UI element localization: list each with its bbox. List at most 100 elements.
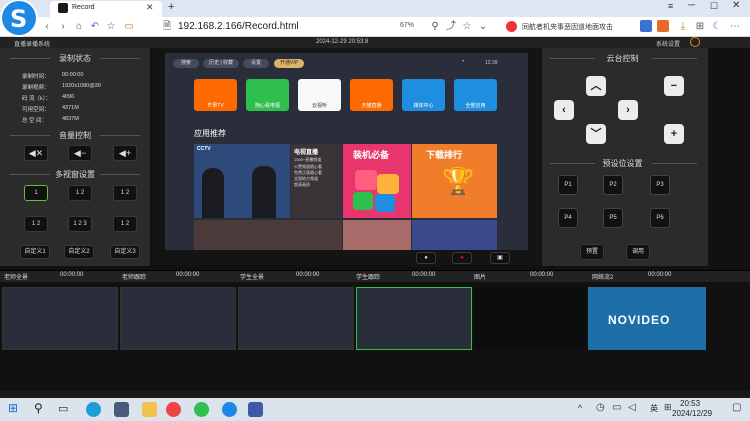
app-tile-all[interactable]: 全部应用 (454, 79, 497, 111)
recall-preset-button[interactable]: 调用 (626, 244, 650, 260)
close-window-icon[interactable]: ✕ (732, 0, 740, 11)
channel-label[interactable]: 图片 (474, 272, 486, 281)
source-thumbnail-2[interactable] (120, 287, 236, 350)
volume-down-button[interactable]: ◀− (68, 145, 92, 161)
forward-icon[interactable]: › (56, 17, 70, 37)
live-tv-card[interactable]: 电视直播 1000+直播频道 公费频道随心看 免费正版随心看 全国地方频道 超清… (291, 144, 342, 218)
clock-date[interactable]: 2024/12/29 (672, 409, 712, 418)
ptz-up-button[interactable]: ︿ (586, 76, 606, 96)
moon-icon[interactable]: ☾ (710, 17, 724, 37)
favorite-icon[interactable]: ☆ (460, 17, 474, 37)
pause-button[interactable]: ● (416, 252, 436, 264)
channel-label[interactable]: 网络流2 (592, 272, 613, 281)
sports-banner[interactable] (412, 220, 497, 250)
tray-chevron-icon[interactable]: ^ (578, 403, 582, 413)
ime-lang[interactable]: 英 (650, 403, 658, 414)
app-tile-cloud[interactable]: 云视听 (298, 79, 341, 111)
drama-banner[interactable] (194, 220, 342, 250)
news-card[interactable]: CCTV (194, 144, 290, 218)
news-ticker[interactable]: 同航者机夹事恶因道地面攻击 (522, 22, 613, 32)
app-icon[interactable] (248, 402, 263, 417)
source-thumbnail-3[interactable] (238, 287, 354, 350)
bookmark-icon[interactable]: ▭ (122, 17, 136, 37)
channel-label[interactable]: 学生跟踪 (356, 272, 380, 281)
share-icon[interactable]: ⤴ (444, 17, 458, 37)
tv-history[interactable]: 历史 | 收藏 (203, 59, 239, 68)
preset-button-p4[interactable]: P4 (558, 208, 578, 228)
chrome-icon[interactable] (166, 402, 181, 417)
new-tab-icon[interactable]: + (168, 1, 174, 13)
snapshot-button[interactable]: ▣ (490, 252, 510, 264)
custom-button-2[interactable]: 自定义2 (64, 245, 94, 259)
tv-search[interactable]: 搜索 (173, 59, 199, 68)
custom-button-1[interactable]: 自定义1 (20, 245, 50, 259)
notification-icon[interactable]: ▢ (732, 402, 741, 413)
tv-vip[interactable]: 开通VIP (274, 59, 304, 68)
layout-button-6[interactable]: 1 2 (113, 216, 137, 232)
source-thumbnail-4[interactable] (356, 287, 472, 350)
record-button[interactable]: ● (452, 252, 472, 264)
source-thumbnail-stream[interactable]: NOVIDEO (588, 287, 706, 350)
layout-button-3[interactable]: 1 2 (113, 185, 137, 201)
maximize-icon[interactable]: ☐ (710, 1, 718, 12)
menu-icon[interactable]: ≡ (668, 1, 673, 11)
preset-button-p3[interactable]: P3 (650, 175, 670, 195)
channel-label[interactable]: 老师跟踪 (122, 272, 146, 281)
folder-icon[interactable] (142, 402, 157, 417)
browser-icon[interactable] (222, 402, 237, 417)
app-tile-media[interactable]: 媒体中心 (402, 79, 445, 111)
essentials-card[interactable]: 装机必备 (343, 144, 411, 218)
tray-icon[interactable]: ◷ (596, 402, 605, 413)
app-tile-tmall[interactable]: 天猫直播 (350, 79, 393, 111)
app-tile-tv[interactable]: 随心看电视 (246, 79, 289, 111)
preset-button-p6[interactable]: P6 (650, 208, 670, 228)
volume-icon[interactable]: ◁ (628, 402, 636, 413)
wechat-icon[interactable] (194, 402, 209, 417)
task-view-icon[interactable]: ▭ (58, 402, 68, 415)
extension-icon[interactable] (640, 20, 652, 32)
channel-label[interactable]: 学生全景 (240, 272, 264, 281)
layout-button-2[interactable]: 1 2 (68, 185, 92, 201)
layout-button-4[interactable]: 1 2 (24, 216, 48, 232)
download-icon[interactable]: ⤓ (676, 17, 690, 37)
preset-button-p1[interactable]: P1 (558, 175, 578, 195)
source-thumbnail-image[interactable] (474, 287, 586, 350)
drama-banner[interactable] (343, 220, 411, 250)
source-thumbnail-1[interactable] (2, 287, 118, 350)
mute-button[interactable]: ◀✕ (24, 145, 48, 161)
more-icon[interactable]: ⋯ (728, 17, 742, 37)
ptz-right-button[interactable]: › (618, 100, 638, 120)
layout-button-1[interactable]: 1 (24, 185, 48, 201)
clock-time[interactable]: 20:53 (680, 399, 700, 408)
layout-button-5[interactable]: 1 2 3 (68, 216, 92, 232)
zoom-level[interactable]: 67% (400, 22, 414, 29)
tv-settings[interactable]: 设置 (243, 59, 269, 68)
app-icon[interactable] (114, 402, 129, 417)
channel-label[interactable]: 老师全景 (4, 272, 28, 281)
windows-start-icon[interactable]: ⊞ (8, 401, 18, 415)
minimize-icon[interactable]: ─ (688, 0, 695, 11)
undo-icon[interactable]: ↶ (88, 17, 102, 37)
app-tile-mango[interactable]: 芒果TV (194, 79, 237, 111)
close-tab-icon[interactable]: ✕ (146, 2, 154, 13)
preset-button-p5[interactable]: P5 (603, 208, 623, 228)
back-icon[interactable]: ‹ (40, 17, 54, 37)
power-icon[interactable] (690, 37, 700, 47)
edge-icon[interactable] (86, 402, 101, 417)
ranking-card[interactable]: 下载排行 🏆 (412, 144, 497, 218)
search-icon[interactable]: ⚲ (34, 401, 43, 415)
apps-icon[interactable]: ⊞ (693, 17, 707, 37)
dropdown-icon[interactable]: ⌄ (476, 17, 490, 37)
custom-button-3[interactable]: 自定义3 (110, 245, 140, 259)
zoom-out-button[interactable]: − (664, 76, 684, 96)
search-icon[interactable]: ⚲ (428, 17, 442, 37)
system-settings-link[interactable]: 系统设置 (656, 39, 680, 48)
tab-record[interactable]: Record ✕ (50, 1, 162, 17)
star-outline-icon[interactable]: ☆ (104, 17, 118, 37)
translate-icon[interactable] (657, 20, 669, 32)
volume-up-button[interactable]: ◀+ (113, 145, 137, 161)
ptz-left-button[interactable]: ‹ (554, 100, 574, 120)
keyboard-icon[interactable]: ⊞ (664, 402, 672, 413)
save-preset-button[interactable]: 预置 (580, 244, 604, 260)
ptz-down-button[interactable]: ﹀ (586, 124, 606, 144)
